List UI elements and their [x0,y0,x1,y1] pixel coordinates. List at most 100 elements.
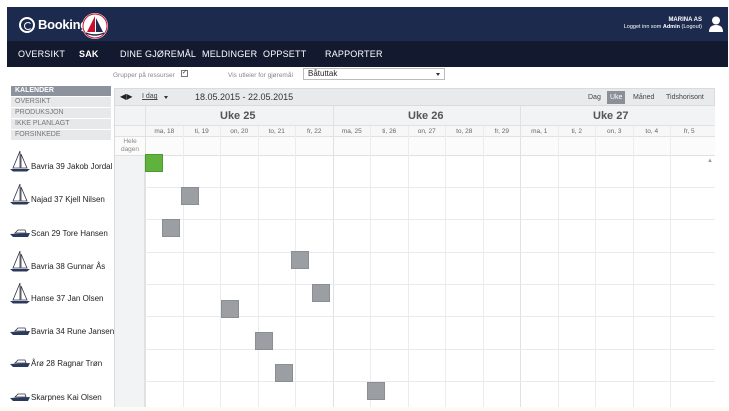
nav-oversikt[interactable]: OVERSIKT [18,49,65,59]
resource-row[interactable]: Scan 29 Tore Hansen [7,214,111,244]
boat-name: Bavria 39 [31,162,65,171]
column-line [520,106,521,407]
row-line [145,349,715,350]
column-line [407,126,409,407]
day-header[interactable]: ma, 18 [145,126,183,137]
column-line [595,126,596,407]
allday-label: Hele dagen [120,138,140,153]
scroll-up-icon[interactable]: ▲ [707,158,713,164]
event-block[interactable] [255,332,273,350]
brand-logo[interactable]: Booking [11,11,108,39]
nav-dine-gjoremal[interactable]: DINE GJØREMÅL [120,49,196,59]
column-line [332,106,334,407]
resource-row[interactable]: Bavria 39 Jakob Jordal [7,147,112,177]
event-block[interactable] [162,219,180,237]
calendar-grid: Uke 25 Uke 26 Uke 27 ma, 18 ti, 19 on, 20 t… [114,106,715,407]
event-block[interactable] [221,300,239,318]
day-header[interactable]: ti, 2 [557,126,596,137]
nav-rapporter[interactable]: RAPPORTER [325,49,383,59]
column-line [220,126,221,407]
show-tasks-label: Vis utleier for gjøremål [228,72,293,79]
day-header[interactable]: ma, 1 [520,126,558,137]
logout-link[interactable]: (Logout) [682,24,703,30]
group-by-resources-checkbox[interactable]: ✓ [181,70,188,77]
week-header-row: Uke 25 Uke 26 Uke 27 [115,106,715,126]
day-header[interactable]: fr, 22 [295,126,333,137]
nav-oppsett[interactable]: OPPSETT [263,49,306,59]
resource-label: Bavria 38 Gunnar Ås [31,262,105,271]
resource-row[interactable]: Hanse 37 Jan Olsen [7,279,111,309]
calendar-toolbar: ◀ ▶ I dag 18.05.2015 - 22.05.2015 Dag Uk… [114,88,715,106]
login-status: Logget inn som Admin (Logout) [624,24,702,31]
column-line [670,126,671,407]
day-header[interactable]: fr, 5 [670,126,708,137]
column-line [445,126,446,407]
leftmenu-oversikt[interactable]: OVERSIKT [11,97,111,107]
boat-name: Najad 37 [31,195,64,204]
column-line [182,126,184,407]
group-by-resources-label: Grupper på ressurser [113,72,175,79]
sailboat-icon [9,183,31,205]
event-block[interactable] [275,364,293,382]
week-label: Uke 25 [220,110,256,122]
nav-meldinger[interactable]: MELDINGER [202,49,257,59]
chevron-down-icon[interactable] [164,96,168,99]
boat-name: Årø 28 [31,359,56,368]
row-line [145,381,715,382]
resource-label: Bavria 39 Jakob Jordal [31,162,112,171]
event-block[interactable] [367,382,385,400]
company-name: MARINA AS [668,17,702,23]
sailboat-icon [9,250,31,272]
row-line [145,284,715,285]
prev-next-arrows[interactable]: ◀ ▶ [120,92,132,101]
day-header[interactable]: ti, 26 [370,126,408,137]
day-header[interactable]: to, 28 [445,126,483,137]
day-header[interactable]: ti, 19 [182,126,221,137]
event-block[interactable] [145,154,163,172]
row-line [145,219,715,220]
resource-row[interactable]: Bavria 38 Gunnar Ås [7,247,111,277]
view-day-button[interactable]: Dag [585,91,604,104]
motorboat-icon [9,315,31,337]
boat-name: Scan 29 [31,229,61,238]
resource-row[interactable]: Skarpnes Kai Olsen [7,378,111,408]
leftmenu-ikke-planlagt[interactable]: IKKE PLANLAGT [11,119,111,129]
resource-label: Bavria 34 Rune Jansen [31,327,114,336]
day-header[interactable]: fr, 29 [482,126,521,137]
view-month-button[interactable]: Måned [630,91,657,104]
leftmenu-kalender[interactable]: KALENDER [11,86,111,96]
owner-name: Gunnar Ås [67,262,106,271]
resource-row[interactable]: Årø 28 Ragnar Trøn [7,344,111,374]
resource-row[interactable]: Najad 37 Kjell Nilsen [7,180,111,210]
owner-name: Kjell Nilsen [65,195,105,204]
event-block[interactable] [312,284,330,302]
resource-label: Scan 29 Tore Hansen [31,229,108,238]
resource-row[interactable]: Bavria 34 Rune Jansen [7,312,114,342]
boat-name: Bavria 34 [31,327,65,336]
boat-name: Hanse 37 [31,294,66,303]
day-header[interactable]: ma, 25 [332,126,371,137]
view-week-button[interactable]: Uke [607,91,626,104]
today-link[interactable]: I dag [142,93,158,100]
sailboat-icon [9,282,31,304]
leftmenu-forsinkede[interactable]: FORSINKEDE [11,130,111,140]
day-header[interactable]: on, 3 [595,126,633,137]
user-icon[interactable] [709,16,723,32]
column-line [482,126,484,407]
owner-name: Tore Hansen [62,229,108,238]
column-line [557,126,559,407]
day-header[interactable]: to, 21 [257,126,296,137]
day-header[interactable]: on, 20 [220,126,258,137]
column-line [632,126,634,407]
view-timeline-button[interactable]: Tidshorisont [663,91,707,104]
leftmenu-produksjon[interactable]: PRODUKSJON [11,108,111,118]
day-header[interactable]: to, 4 [632,126,671,137]
sail-emblem-icon [82,13,108,39]
nav-sak[interactable]: SAK [79,49,99,59]
row-line [145,252,715,253]
week-label: Uke 27 [593,110,629,122]
event-block[interactable] [291,251,309,269]
event-block[interactable] [181,187,199,205]
day-header[interactable]: on, 27 [407,126,446,137]
task-type-select[interactable]: Båtuttak [303,68,445,80]
